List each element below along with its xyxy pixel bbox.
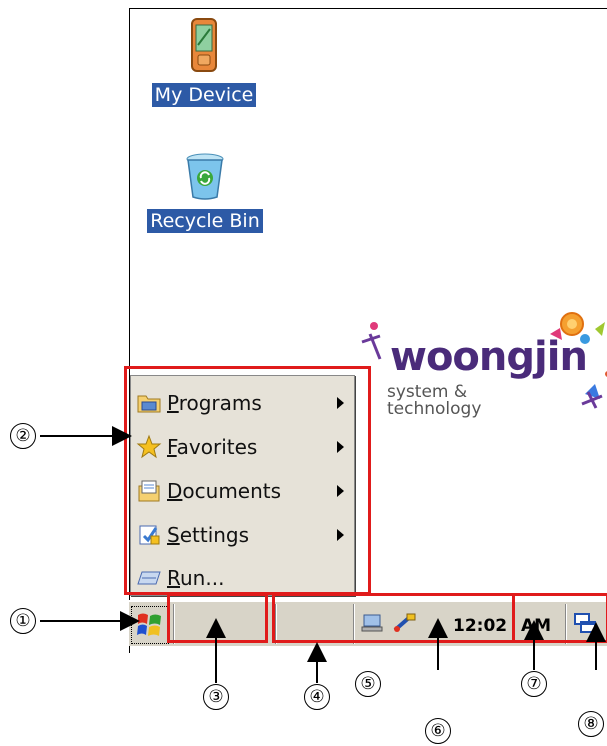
callout-1: ①	[10, 608, 36, 634]
callout-7: ⑦	[521, 671, 547, 697]
annotation-arrows	[40, 426, 606, 683]
callout-4: ④	[304, 684, 330, 710]
callout-8: ⑧	[578, 711, 604, 737]
callout-5: ⑤	[355, 671, 381, 697]
callout-6: ⑥	[425, 718, 451, 744]
callout-2: ②	[10, 423, 36, 449]
callout-3: ③	[203, 684, 229, 710]
